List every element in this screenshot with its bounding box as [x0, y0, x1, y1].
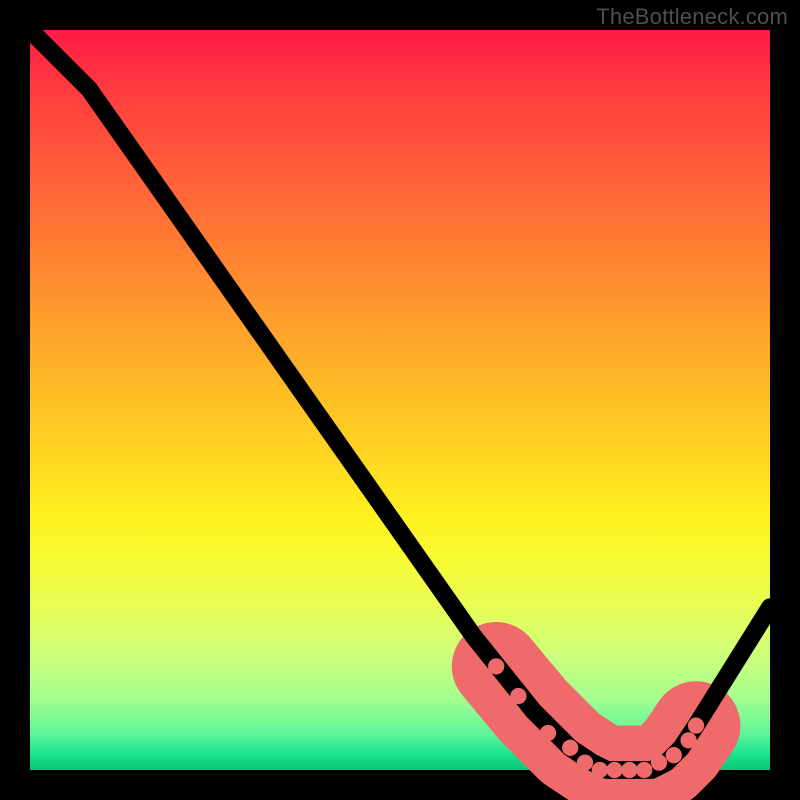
- highlight-dot: [540, 725, 556, 741]
- plot-area: [30, 30, 770, 770]
- highlight-dot: [606, 762, 622, 778]
- highlight-dot: [562, 740, 578, 756]
- curve-svg: [30, 30, 770, 770]
- highlight-dot: [680, 732, 696, 748]
- highlight-dot: [688, 717, 704, 733]
- highlight-dot: [621, 762, 637, 778]
- highlight-dot: [636, 762, 652, 778]
- watermark-text: TheBottleneck.com: [596, 4, 788, 30]
- highlight-dot: [577, 754, 593, 770]
- highlight-dot: [651, 754, 667, 770]
- highlight-dot: [592, 762, 608, 778]
- chart-frame: TheBottleneck.com: [0, 0, 800, 800]
- highlight-dot: [666, 747, 682, 763]
- highlight-dot: [510, 688, 526, 704]
- highlight-dot: [488, 658, 504, 674]
- main-curve-path: [30, 30, 770, 770]
